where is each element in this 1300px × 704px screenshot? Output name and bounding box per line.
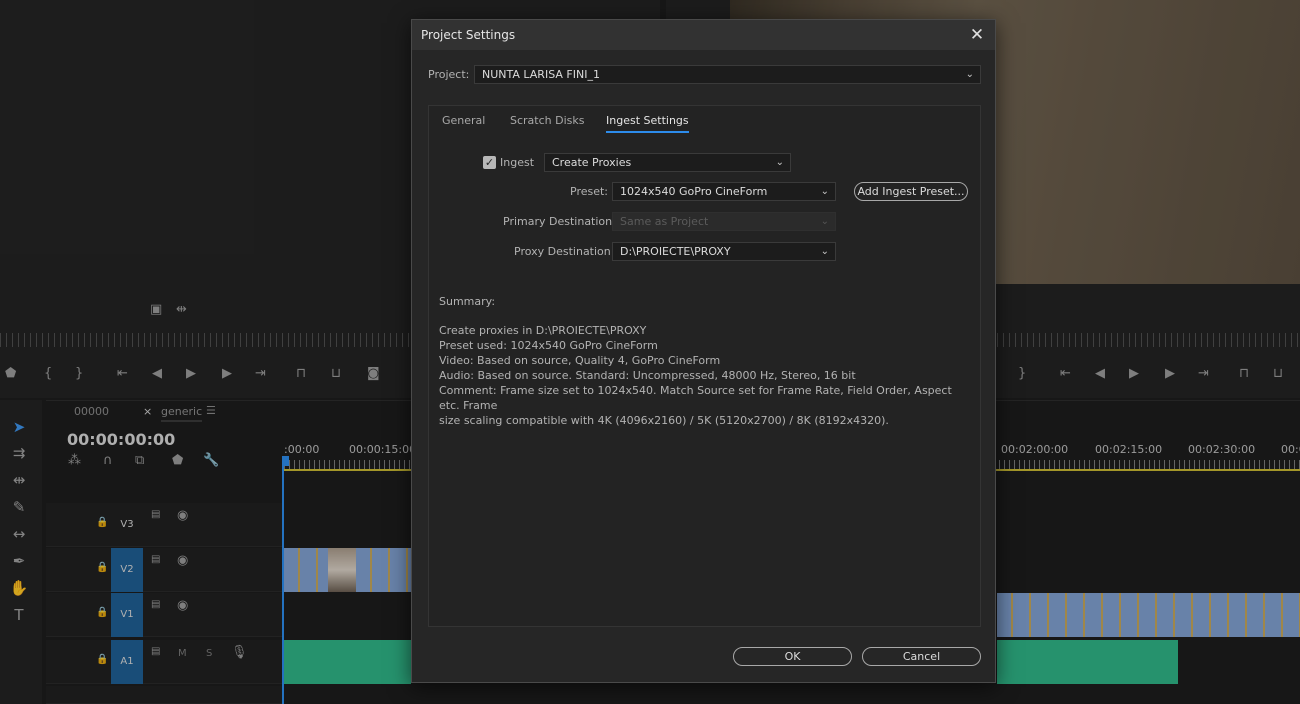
close-icon[interactable]: ✕ [967, 25, 987, 45]
tab-scratch-disks[interactable]: Scratch Disks [510, 114, 584, 131]
tab-ingest-settings[interactable]: Ingest Settings [606, 114, 689, 133]
summary-line: size scaling compatible with 4K (4096x21… [439, 414, 889, 427]
project-label: Project: [428, 68, 470, 81]
preset-value: 1024x540 GoPro CineForm [620, 185, 768, 198]
project-select-value: NUNTA LARISA FINI_1 [482, 68, 600, 81]
summary-line: Video: Based on source, Quality 4, GoPro… [439, 354, 721, 367]
project-select[interactable]: NUNTA LARISA FINI_1 ⌄ [474, 65, 981, 84]
summary-line: Create proxies in D:\PROIECTE\PROXY [439, 324, 647, 337]
summary-heading: Summary: [439, 295, 496, 308]
chevron-down-icon: ⌄ [820, 216, 829, 227]
proxy-destination-select[interactable]: D:\PROIECTE\PROXY ⌄ [612, 242, 836, 261]
tab-general[interactable]: General [442, 114, 485, 131]
preset-label: Preset: [570, 185, 609, 198]
project-settings-dialog: Project Settings ✕ Project: NUNTA LARISA… [411, 19, 996, 683]
chevron-down-icon: ⌄ [775, 157, 784, 168]
summary-line: Audio: Based on source. Standard: Uncomp… [439, 369, 856, 382]
preset-select[interactable]: 1024x540 GoPro CineForm ⌄ [612, 182, 836, 201]
chevron-down-icon: ⌄ [965, 69, 974, 80]
summary-line: Comment: Frame size set to 1024x540. Mat… [439, 384, 956, 412]
primary-destination-value: Same as Project [620, 215, 709, 228]
tab-panel: General Scratch Disks Ingest Settings ✓ … [428, 105, 981, 627]
summary-text: Create proxies in D:\PROIECTE\PROXY Pres… [439, 323, 969, 428]
primary-destination-select: Same as Project ⌄ [612, 212, 836, 231]
ingest-mode-select[interactable]: Create Proxies ⌄ [544, 153, 791, 172]
ok-button[interactable]: OK [733, 647, 852, 666]
dialog-title: Project Settings [412, 20, 995, 50]
ingest-label: Ingest [500, 156, 535, 169]
primary-destination-label: Primary Destination: [503, 215, 616, 228]
ingest-checkbox[interactable]: ✓ [483, 156, 496, 169]
ingest-mode-value: Create Proxies [552, 156, 632, 169]
cancel-button[interactable]: Cancel [862, 647, 981, 666]
add-ingest-preset-button[interactable]: Add Ingest Preset... [854, 182, 968, 201]
proxy-destination-value: D:\PROIECTE\PROXY [620, 245, 731, 258]
proxy-destination-label: Proxy Destination: [514, 245, 615, 258]
chevron-down-icon: ⌄ [820, 186, 829, 197]
chevron-down-icon: ⌄ [820, 246, 829, 257]
summary-line: Preset used: 1024x540 GoPro CineForm [439, 339, 658, 352]
